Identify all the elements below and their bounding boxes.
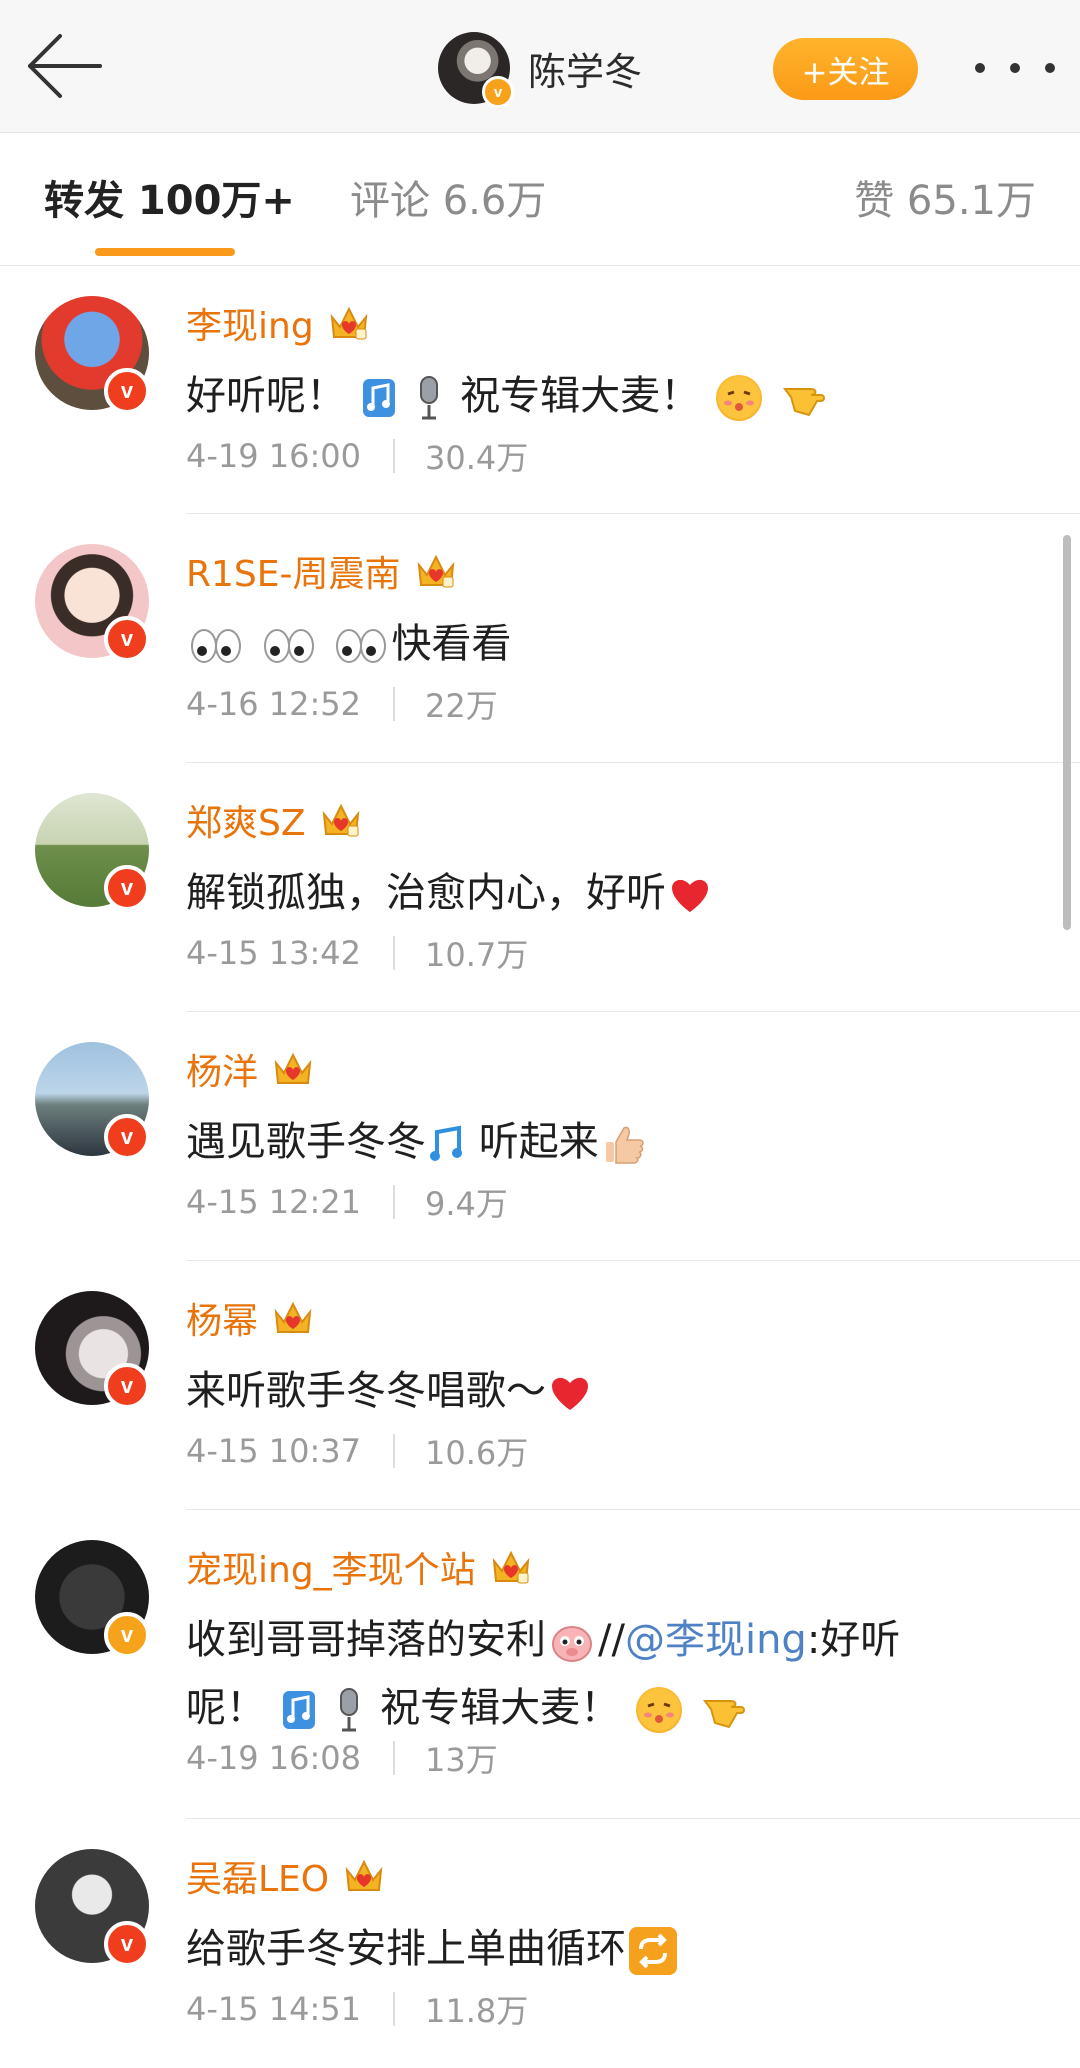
crown-icon (322, 803, 359, 837)
more-button[interactable] (975, 48, 1055, 88)
arrow-left-icon (28, 34, 102, 98)
list-item[interactable]: v 李现ing 好听呢！ 祝专辑大麦！ 4-19 16:00 30.4万 (0, 266, 1080, 514)
heart-icon (672, 879, 708, 912)
repost-text: 遇见歌手冬冬 听起来 (186, 1108, 1046, 1176)
crown-icon (345, 1859, 383, 1891)
user-name[interactable]: 杨洋 (186, 1043, 258, 1095)
user-name[interactable]: 吴磊LEO (186, 1850, 329, 1902)
repost-count: 11.8万 (425, 1992, 529, 2030)
verified-badge-icon: v (104, 1363, 150, 1409)
thumbs-up-icon (605, 1126, 644, 1164)
tab-bar: 转发 100万+ 评论 6.6万 赞 65.1万 (0, 133, 1080, 266)
heart-icon (552, 1377, 588, 1410)
tab-like[interactable]: 赞 65.1万 (854, 173, 1036, 229)
user-name[interactable]: 宠现ing_李现个站 (186, 1541, 476, 1593)
divider (393, 439, 396, 473)
author-header[interactable]: v 陈学冬 (438, 28, 642, 108)
music-notes-icon (430, 1125, 462, 1161)
hand-icon (782, 388, 825, 417)
verified-badge-icon: v (104, 1921, 150, 1967)
user-name[interactable]: 郑爽SZ (186, 794, 306, 846)
repost-count: 13万 (425, 1741, 498, 1779)
user-name[interactable]: 杨幂 (186, 1292, 258, 1344)
author-name[interactable]: 陈学冬 (528, 41, 642, 96)
mention-link[interactable]: @李现ing (625, 1617, 807, 1663)
crown-icon (274, 1301, 312, 1333)
scrollbar[interactable] (1063, 535, 1071, 930)
tab-repost[interactable]: 转发 100万+ (44, 173, 295, 229)
repost-text: 收到哥哥掉落的安利 //@李现ing:好听 呢！ 祝专辑大麦！ (186, 1617, 901, 1733)
top-bar: v 陈学冬 +关注 (0, 0, 1080, 133)
music-note-icon (282, 1691, 315, 1729)
divider (393, 936, 396, 970)
crown-icon (330, 306, 368, 340)
list-item[interactable]: v 宠现ing_李现个站 收到哥哥掉落的安利 //@李现ing:好听 呢！ 祝专… (0, 1510, 1080, 1819)
list-item[interactable]: v 郑爽SZ 解锁孤独，治愈内心，好听 4-15 13:42 10.7万 (0, 763, 1080, 1012)
repost-count: 30.4万 (425, 439, 529, 477)
timestamp: 4-19 16:08 (186, 1739, 362, 1777)
verified-badge-icon: v (104, 616, 150, 662)
list-item[interactable]: v R1SE-周震南 快看看 4-16 12:52 22万 (0, 514, 1080, 763)
tab-comment[interactable]: 评论 6.6万 (350, 173, 546, 229)
pig-emoji-icon (552, 1626, 592, 1662)
user-name[interactable]: 李现ing (186, 297, 314, 349)
repost-count: 9.4万 (425, 1185, 508, 1223)
microphone-icon (420, 376, 439, 420)
timestamp: 4-15 10:37 (186, 1432, 362, 1470)
timestamp: 4-15 12:21 (186, 1183, 362, 1221)
repost-count: 10.7万 (425, 936, 529, 974)
timestamp: 4-16 12:52 (186, 685, 362, 723)
list-item[interactable]: v 杨幂 来听歌手冬冬唱歌～ 4-15 10:37 10.6万 (0, 1261, 1080, 1510)
crown-icon (417, 554, 454, 588)
kiss-emoji-icon (715, 375, 762, 421)
follow-button[interactable]: +关注 (773, 38, 918, 100)
timestamp: 4-15 13:42 (186, 934, 362, 972)
repost-text: 来听歌手冬冬唱歌～ (186, 1357, 1046, 1425)
timestamp: 4-19 16:00 (186, 437, 362, 475)
eyes-emoji-icon (263, 629, 314, 663)
more-icon (1045, 63, 1055, 73)
kiss-emoji-icon (635, 1687, 682, 1733)
repost-text: 解锁孤独，治愈内心，好听 (186, 859, 1046, 927)
eyes-emoji-icon (336, 629, 387, 663)
verified-badge-icon: v (104, 368, 150, 414)
more-icon (975, 63, 985, 73)
divider (393, 1992, 396, 2026)
verified-badge-icon: v (104, 865, 150, 911)
repost-text: 给歌手冬安排上单曲循环 (186, 1915, 1046, 1983)
more-icon (1010, 63, 1020, 73)
verified-badge-icon: v (482, 76, 514, 108)
active-tab-indicator (95, 248, 235, 256)
repost-count: 22万 (425, 687, 498, 725)
divider (393, 1185, 396, 1219)
verified-badge-icon: v (104, 1114, 150, 1160)
verified-badge-icon: v (104, 1612, 150, 1658)
list-item[interactable]: v 吴磊LEO 给歌手冬安排上单曲循环 4-15 14:51 11.8万 (0, 1819, 1080, 2068)
repeat-icon (629, 1927, 677, 1975)
crown-icon (274, 1052, 312, 1084)
author-avatar[interactable]: v (438, 32, 514, 108)
list-item[interactable]: v 杨洋 遇见歌手冬冬 听起来 4-15 12:21 9.4万 (0, 1012, 1080, 1261)
hand-icon (702, 1700, 745, 1729)
repost-text: 快看看 (186, 610, 1046, 678)
eyes-emoji-icon (191, 629, 241, 663)
repost-text: 好听呢！ 祝专辑大麦！ (186, 362, 1046, 430)
divider (393, 1741, 396, 1775)
user-name[interactable]: R1SE-周震南 (186, 545, 401, 597)
divider (393, 1434, 396, 1468)
music-note-icon (362, 379, 395, 417)
crown-icon (492, 1550, 530, 1584)
microphone-icon (340, 1688, 359, 1732)
back-button[interactable] (24, 30, 106, 102)
divider (393, 687, 396, 721)
timestamp: 4-15 14:51 (186, 1990, 362, 2028)
repost-count: 10.6万 (425, 1434, 529, 1472)
